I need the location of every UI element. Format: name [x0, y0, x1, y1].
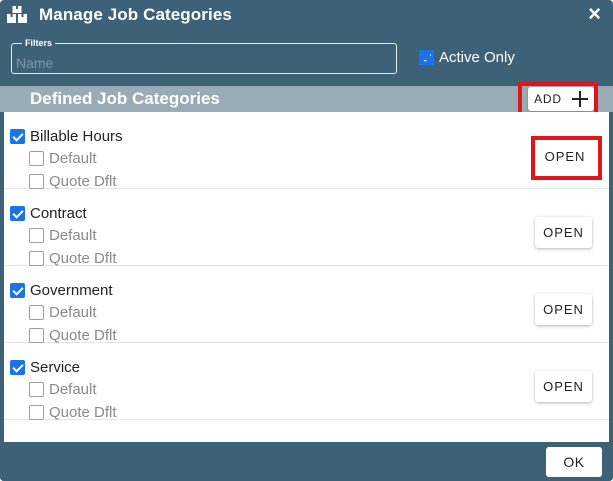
category-checkbox[interactable]: Billable Hours [10, 128, 123, 145]
checkbox-checked-icon[interactable] [10, 206, 25, 221]
default-label: Default [49, 381, 97, 398]
name-filter-input[interactable] [16, 54, 386, 72]
list-item: Contract Default Quote Dflt OPEN [4, 189, 609, 267]
checkbox-empty-icon[interactable] [29, 328, 44, 343]
quote-default-checkbox[interactable]: Quote Dflt [29, 327, 117, 344]
titlebar: Manage Job Categories × [0, 0, 613, 30]
default-label: Default [49, 150, 97, 167]
filters-legend: Filters [22, 38, 56, 48]
ok-button[interactable]: OK [546, 447, 602, 477]
checkbox-empty-icon[interactable] [29, 405, 44, 420]
category-checkbox[interactable]: Government [10, 282, 113, 299]
checkbox-empty-icon[interactable] [29, 382, 44, 397]
quote-default-label: Quote Dflt [49, 250, 117, 267]
checkbox-empty-icon[interactable] [29, 174, 44, 189]
checkbox-checked-icon[interactable] [10, 360, 25, 375]
quote-default-checkbox[interactable]: Quote Dflt [29, 250, 117, 267]
checkbox-empty-icon[interactable] [29, 251, 44, 266]
default-checkbox[interactable]: Default [29, 150, 97, 167]
add-button-label: ADD [534, 92, 562, 106]
open-button[interactable]: OPEN [535, 217, 592, 248]
close-icon[interactable]: × [588, 3, 601, 25]
list-item: Government Default Quote Dflt OPEN [4, 266, 609, 344]
category-name: Contract [30, 205, 87, 222]
default-checkbox[interactable]: Default [29, 227, 97, 244]
default-checkbox[interactable]: Default [29, 381, 97, 398]
section-title: Defined Job Categories [30, 89, 220, 108]
checkbox-checked-icon[interactable] [10, 283, 25, 298]
category-checkbox[interactable]: Service [10, 359, 80, 376]
category-name: Billable Hours [30, 128, 123, 145]
default-checkbox[interactable]: Default [29, 304, 97, 321]
checkbox-empty-icon[interactable] [29, 305, 44, 320]
default-label: Default [49, 304, 97, 321]
plus-icon [571, 91, 588, 107]
open-button[interactable]: OPEN [535, 294, 592, 325]
quote-default-label: Quote Dflt [49, 404, 117, 421]
list-item: Service Default Quote Dflt OPEN [4, 343, 609, 421]
active-only-checkbox[interactable]: Active Only [419, 49, 515, 66]
category-checkbox[interactable]: Contract [10, 205, 87, 222]
add-button[interactable]: ADD [528, 87, 594, 111]
checkbox-checked-icon[interactable] [419, 50, 434, 65]
category-name: Government [30, 282, 113, 299]
quote-default-checkbox[interactable]: Quote Dflt [29, 173, 117, 190]
open-button[interactable]: OPEN [536, 141, 594, 171]
dialog-footer [0, 442, 613, 481]
boxes-icon [7, 6, 27, 23]
dialog-title: Manage Job Categories [39, 5, 232, 24]
quote-default-label: Quote Dflt [49, 173, 117, 190]
checkbox-empty-icon[interactable] [29, 151, 44, 166]
checkbox-checked-icon[interactable] [10, 129, 25, 144]
category-name: Service [30, 359, 81, 376]
active-only-label: Active Only [439, 49, 515, 66]
list-item: Billable Hours Default Quote Dflt OPEN [4, 112, 609, 190]
default-label: Default [49, 227, 97, 244]
quote-default-label: Quote Dflt [49, 327, 117, 344]
checkbox-empty-icon[interactable] [29, 228, 44, 243]
category-list: Billable Hours Default Quote Dflt OPEN C… [4, 112, 609, 442]
manage-job-categories-dialog: Manage Job Categories × Filters Active O… [0, 0, 613, 481]
open-button[interactable]: OPEN [535, 371, 592, 402]
quote-default-checkbox[interactable]: Quote Dflt [29, 404, 117, 421]
